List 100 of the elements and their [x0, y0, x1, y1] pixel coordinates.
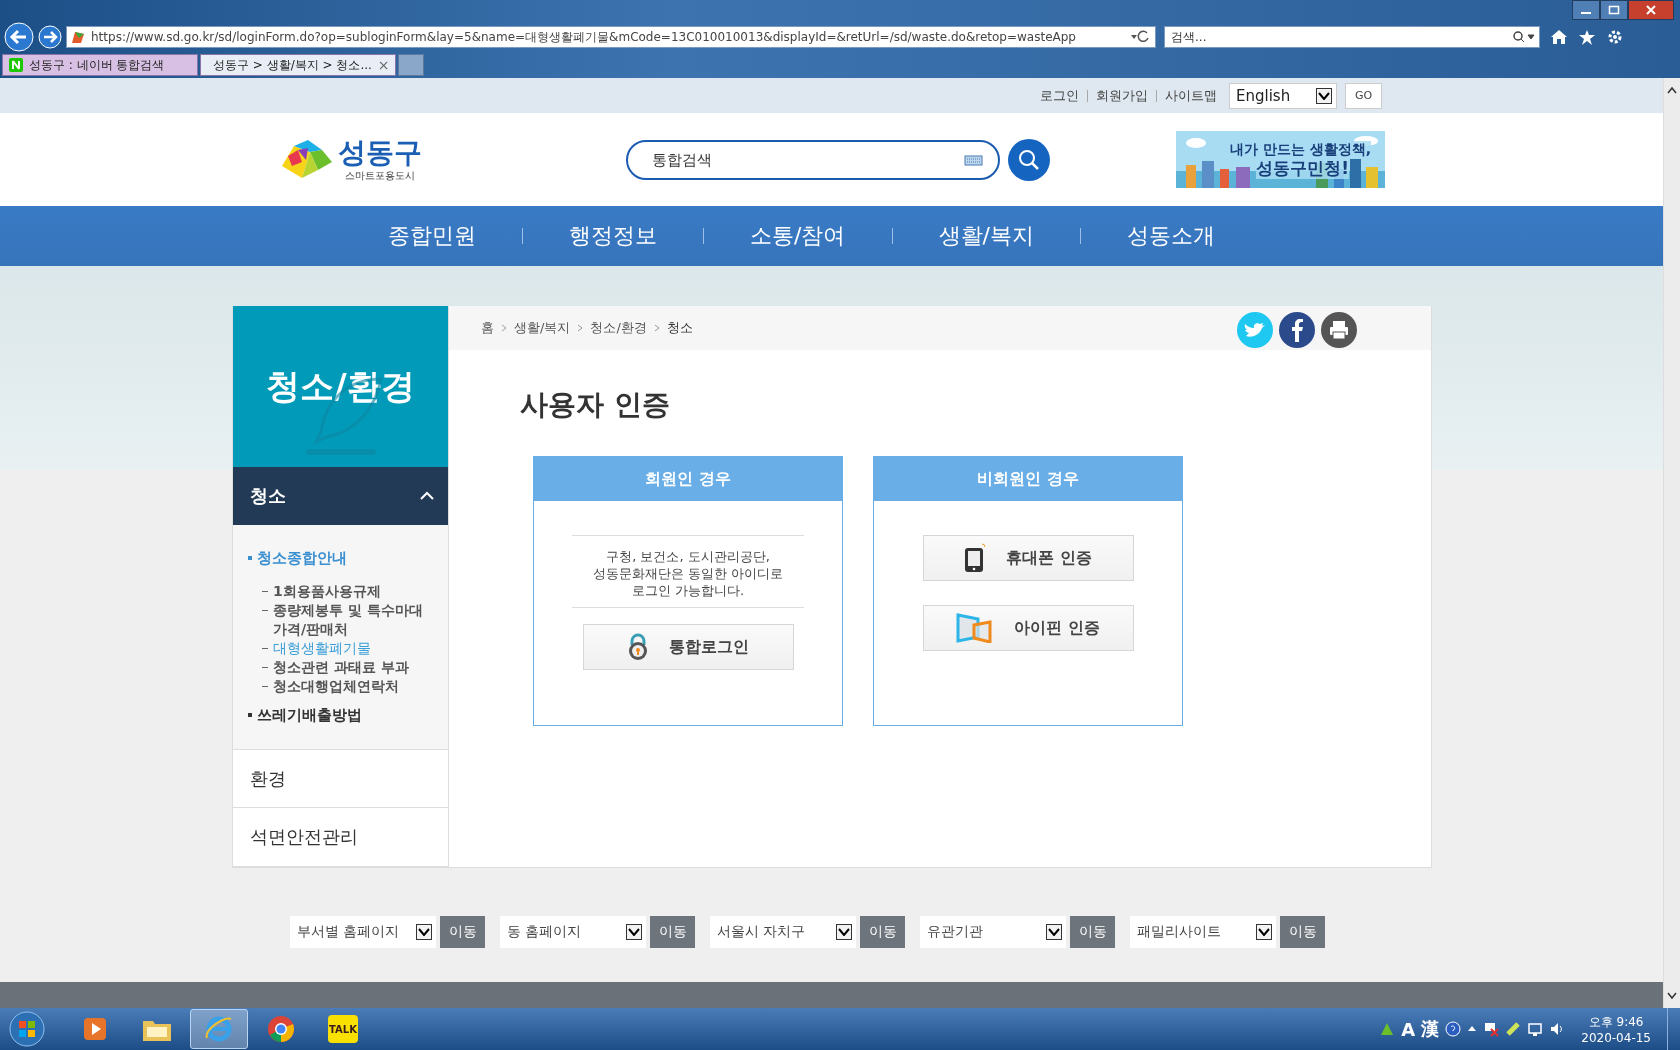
- network-icon[interactable]: [1379, 1021, 1396, 1037]
- chevron-icon: [652, 324, 661, 332]
- caret-icon: [1256, 924, 1272, 940]
- submenu-item[interactable]: 쓰레기배출방법: [257, 705, 362, 725]
- facebook-icon[interactable]: [1279, 312, 1315, 348]
- section-title: 청소/환경: [266, 364, 415, 408]
- nav-item[interactable]: 생활/복지: [892, 221, 1080, 251]
- browser-icon: [204, 1014, 234, 1044]
- card-header: 회원인 경우: [534, 457, 842, 501]
- forward-icon[interactable]: [38, 25, 62, 49]
- site-select[interactable]: 패밀리사이트: [1130, 916, 1276, 948]
- bullet-icon: [248, 713, 252, 718]
- go-button[interactable]: 이동: [1280, 916, 1325, 948]
- sidebar-menu-item[interactable]: 청소: [233, 467, 448, 525]
- caret-icon: [416, 924, 432, 940]
- logo-icon[interactable]: [282, 139, 334, 180]
- search-icon[interactable]: [1512, 30, 1536, 44]
- go-button[interactable]: 이동: [1070, 916, 1115, 948]
- language-select[interactable]: English: [1229, 82, 1337, 109]
- site-select[interactable]: 동 홈페이지: [500, 916, 646, 948]
- login-note: 구청, 보건소, 도시관리공단, 성동문화재단은 동일한 아이디로 로그인 가능합니다.: [572, 535, 804, 608]
- clock[interactable]: 오후 9:46 2020-04-15: [1581, 1013, 1651, 1045]
- nav-item[interactable]: 성동소개: [1080, 221, 1261, 251]
- media-player-icon: [81, 1015, 109, 1043]
- minimize-icon[interactable]: [1572, 0, 1600, 20]
- search-field[interactable]: 통합검색: [626, 139, 1000, 180]
- monitor-icon[interactable]: [1527, 1021, 1544, 1037]
- site-select[interactable]: 부서별 홈페이지: [290, 916, 436, 948]
- address-field[interactable]: https://www.sd.go.kr/sd/loginForm.do?op=subloginForm&lay=5&name=대형생활폐기물&mCode=13C010010013&displayId=&retUrl=/sd/waste.do&retop=wasteApp: [66, 26, 1156, 48]
- dash-icon: [262, 590, 268, 592]
- page-title: 사용자 인증: [520, 387, 671, 423]
- search-icon: [1018, 148, 1040, 171]
- help-icon[interactable]: [1445, 1021, 1462, 1037]
- favorites-icon[interactable]: [1578, 29, 1596, 45]
- browser-tab[interactable]: 성동구 > 생활/복지 > 청소... ×: [200, 54, 396, 76]
- chevron-up-icon: [420, 491, 434, 501]
- go-button[interactable]: 이동: [860, 916, 905, 948]
- browser-tab[interactable]: 성동구 : 네이버 통합검색: [2, 54, 198, 76]
- dash-icon: [262, 609, 268, 611]
- ime-indicator[interactable]: 漢: [1421, 1017, 1440, 1041]
- go-button[interactable]: GO: [1345, 82, 1382, 109]
- submenu-link[interactable]: 청소관련 과태료 부과: [273, 657, 409, 677]
- site-select[interactable]: 유관기관: [920, 916, 1066, 948]
- breadcrumb-link[interactable]: 홈: [481, 319, 494, 337]
- logo-tagline: 스마트포용도시: [345, 168, 415, 183]
- dash-icon: [262, 685, 268, 687]
- submenu-link[interactable]: 청소대행업체연락처: [273, 676, 399, 696]
- close-icon[interactable]: [1628, 0, 1674, 20]
- scroll-down-icon[interactable]: [1667, 992, 1677, 1000]
- naver-icon: [9, 58, 23, 72]
- caret-icon: [1316, 87, 1332, 104]
- caret-icon: [1046, 924, 1062, 940]
- auth-button[interactable]: 통합로그인: [582, 624, 794, 670]
- refresh-icon[interactable]: [1129, 30, 1151, 44]
- scrollbar[interactable]: [1663, 78, 1680, 1008]
- site-icon: [71, 30, 85, 44]
- nav-item[interactable]: 소통/참여: [704, 221, 892, 251]
- flag-icon[interactable]: [1483, 1021, 1500, 1037]
- site-select[interactable]: 서울시 자치구: [710, 916, 856, 948]
- chat-app-icon: TALK: [328, 1015, 358, 1043]
- taskbar-app[interactable]: TALK: [314, 1009, 372, 1049]
- browser-search-field[interactable]: 검색...: [1164, 26, 1540, 48]
- nav-item[interactable]: 종합민원: [342, 221, 523, 251]
- breadcrumb-link[interactable]: 청소/환경: [590, 319, 647, 337]
- util-link[interactable]: 회원가입: [1096, 86, 1148, 105]
- tab-close-button[interactable]: ×: [377, 57, 390, 73]
- chrome-icon: [266, 1014, 296, 1044]
- auth-button[interactable]: 휴대폰 인증: [922, 535, 1134, 581]
- scroll-up-icon[interactable]: [1667, 86, 1677, 94]
- phone-icon: [964, 543, 987, 573]
- breadcrumb-link[interactable]: 청소: [666, 319, 693, 337]
- go-button[interactable]: 이동: [650, 916, 695, 948]
- home-icon[interactable]: [1550, 29, 1568, 45]
- auth-button[interactable]: 아이핀 인증: [922, 605, 1134, 651]
- start-button[interactable]: [8, 1010, 46, 1048]
- search-button[interactable]: [1008, 138, 1050, 181]
- logo-text[interactable]: 성동구: [338, 136, 422, 169]
- util-link[interactable]: 로그인: [1040, 86, 1079, 105]
- caret-icon[interactable]: [1467, 1024, 1478, 1034]
- screens-icon: [956, 613, 995, 643]
- util-link[interactable]: 사이트맵: [1165, 86, 1217, 105]
- caret-icon: [836, 924, 852, 940]
- submenu-link[interactable]: 1회용품사용규제: [273, 581, 381, 601]
- print-icon[interactable]: [1321, 312, 1357, 348]
- dash-icon: [262, 666, 268, 668]
- chevron-icon: [576, 324, 585, 332]
- card-header: 비회원인 경우: [874, 457, 1182, 501]
- chevron-icon: [500, 324, 508, 332]
- submenu-link[interactable]: 종량제봉투 및 특수마대 가격/판매처: [273, 600, 440, 639]
- banner[interactable]: 내가 만드는 생활정책, 성동구민청!: [1176, 131, 1385, 188]
- go-button[interactable]: 이동: [440, 916, 485, 948]
- breadcrumb-link[interactable]: 생활/복지: [514, 319, 571, 337]
- ime-indicator[interactable]: A: [1401, 1018, 1416, 1040]
- settings-icon[interactable]: [1606, 28, 1624, 46]
- padlock-icon: [627, 633, 649, 661]
- bullet-icon: [248, 556, 252, 561]
- caret-icon: [626, 924, 642, 940]
- maximize-icon[interactable]: [1600, 0, 1628, 20]
- nav-item[interactable]: 행정정보: [523, 221, 704, 251]
- back-icon[interactable]: [4, 22, 34, 52]
